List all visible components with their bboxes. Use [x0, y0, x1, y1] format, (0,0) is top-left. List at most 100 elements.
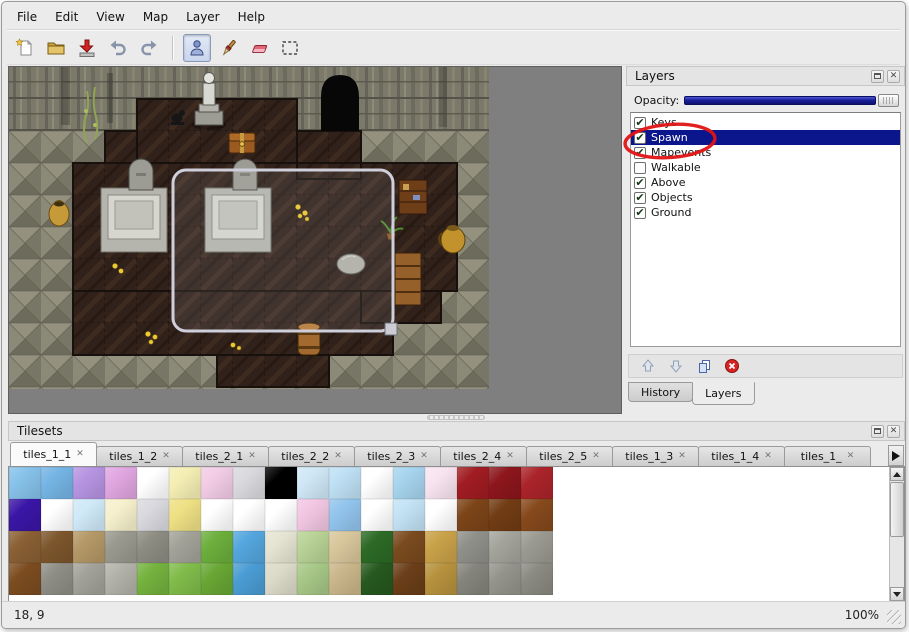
tileset-tile[interactable] — [489, 499, 521, 531]
tab-layers[interactable]: Layers — [692, 382, 754, 405]
scroll-up-button[interactable] — [890, 467, 904, 481]
move-layer-up-button[interactable] — [639, 357, 657, 375]
layer-row-mapevents[interactable]: ✔Mapevents — [631, 145, 900, 160]
tileset-tile[interactable] — [233, 467, 265, 499]
tileset-tile[interactable] — [361, 531, 393, 563]
tileset-tab-tiles_2_5[interactable]: tiles_2_5✕ — [526, 446, 613, 467]
tileset-tile[interactable] — [521, 467, 553, 499]
tab-close-icon[interactable]: ✕ — [76, 450, 84, 459]
tileset-tile[interactable] — [521, 563, 553, 595]
opacity-slider[interactable] — [684, 93, 899, 108]
tab-close-icon[interactable]: ✕ — [764, 452, 772, 461]
splitter-handle[interactable] — [427, 415, 485, 420]
open-button[interactable] — [42, 34, 70, 62]
layer-row-ground[interactable]: ✔Ground — [631, 205, 900, 220]
map-view[interactable] — [8, 66, 622, 414]
layer-visibility-checkbox[interactable]: ✔ — [634, 207, 646, 219]
tileset-tile[interactable] — [329, 467, 361, 499]
tileset-tile[interactable] — [73, 531, 105, 563]
menu-edit[interactable]: Edit — [46, 8, 87, 26]
layer-row-objects[interactable]: ✔Objects — [631, 190, 900, 205]
tileset-tile[interactable] — [297, 563, 329, 595]
tab-scroll-right-button[interactable] — [888, 445, 904, 466]
tileset-tile[interactable] — [73, 563, 105, 595]
tileset-tile[interactable] — [137, 467, 169, 499]
layer-visibility-checkbox[interactable] — [634, 162, 646, 174]
menu-view[interactable]: View — [87, 8, 133, 26]
menu-file[interactable]: File — [8, 8, 46, 26]
tileset-tile[interactable] — [425, 531, 457, 563]
layers-float-button[interactable] — [871, 70, 884, 83]
undo-button[interactable] — [104, 34, 132, 62]
tileset-tile[interactable] — [489, 467, 521, 499]
delete-layer-button[interactable] — [723, 357, 741, 375]
tileset-tile[interactable] — [73, 499, 105, 531]
tileset-tile[interactable] — [201, 563, 233, 595]
tab-close-icon[interactable]: ✕ — [506, 452, 514, 461]
layer-visibility-checkbox[interactable]: ✔ — [634, 177, 646, 189]
tab-close-icon[interactable]: ✕ — [847, 452, 855, 461]
tileset-tile[interactable] — [233, 563, 265, 595]
tab-close-icon[interactable]: ✕ — [420, 452, 428, 461]
resize-grip[interactable] — [887, 610, 901, 624]
tileset-tile[interactable] — [137, 563, 169, 595]
tileset-tile[interactable] — [393, 531, 425, 563]
tileset-tab-tiles_2_1[interactable]: tiles_2_1✕ — [182, 446, 269, 467]
tileset-tile[interactable] — [201, 499, 233, 531]
tileset-tile[interactable] — [73, 467, 105, 499]
tileset-tile[interactable] — [9, 499, 41, 531]
tileset-tile[interactable] — [297, 531, 329, 563]
tileset-tile[interactable] — [329, 531, 361, 563]
tileset-tile[interactable] — [425, 499, 457, 531]
tileset-tile[interactable] — [169, 531, 201, 563]
tileset-tile[interactable] — [9, 531, 41, 563]
tilesets-float-button[interactable] — [871, 425, 884, 438]
tileset-tile[interactable] — [393, 563, 425, 595]
layer-row-walkable[interactable]: Walkable — [631, 160, 900, 175]
tileset-tab-tiles_1_1[interactable]: tiles_1_1✕ — [10, 442, 97, 467]
tileset-tile[interactable] — [393, 467, 425, 499]
tileset-tab-tiles_1_4[interactable]: tiles_1_4✕ — [698, 446, 785, 467]
layer-list[interactable]: ✔Keys✔Spawn✔MapeventsWalkable✔Above✔Obje… — [630, 112, 901, 347]
layer-row-spawn[interactable]: ✔Spawn — [631, 130, 900, 145]
tilesets-close-button[interactable]: ✕ — [887, 425, 900, 438]
tileset-tile[interactable] — [393, 499, 425, 531]
tileset-scrollbar[interactable] — [889, 467, 904, 601]
tileset-tile[interactable] — [105, 531, 137, 563]
tileset-tab-tiles_2_2[interactable]: tiles_2_2✕ — [268, 446, 355, 467]
layer-visibility-checkbox[interactable]: ✔ — [634, 117, 646, 129]
tileset-tile[interactable] — [41, 467, 73, 499]
tileset-tile[interactable] — [9, 467, 41, 499]
tileset-tab-tiles_1_[interactable]: tiles_1_✕ — [784, 446, 871, 467]
tileset-tile[interactable] — [9, 563, 41, 595]
tileset-tile[interactable] — [457, 563, 489, 595]
tileset-tile[interactable] — [425, 467, 457, 499]
tileset-tile[interactable] — [489, 563, 521, 595]
tileset-tile[interactable] — [201, 467, 233, 499]
tileset-tile[interactable] — [489, 531, 521, 563]
tileset-tile[interactable] — [425, 563, 457, 595]
tileset-tile[interactable] — [201, 531, 233, 563]
tileset-tab-tiles_1_3[interactable]: tiles_1_3✕ — [612, 446, 699, 467]
select-tool-button[interactable] — [276, 34, 304, 62]
menu-layer[interactable]: Layer — [177, 8, 228, 26]
tab-close-icon[interactable]: ✕ — [678, 452, 686, 461]
tileset-tile[interactable] — [41, 531, 73, 563]
tileset-tile[interactable] — [105, 499, 137, 531]
layer-visibility-checkbox[interactable]: ✔ — [634, 192, 646, 204]
scroll-down-button[interactable] — [890, 587, 904, 601]
tileset-tile[interactable] — [361, 499, 393, 531]
layer-row-above[interactable]: ✔Above — [631, 175, 900, 190]
tileset-tile[interactable] — [41, 563, 73, 595]
tab-close-icon[interactable]: ✕ — [592, 452, 600, 461]
tileset-tile[interactable] — [169, 499, 201, 531]
tileset-tile[interactable] — [265, 499, 297, 531]
tileset-tile[interactable] — [329, 563, 361, 595]
layers-close-button[interactable]: ✕ — [887, 70, 900, 83]
tileset-tile[interactable] — [265, 531, 297, 563]
tileset-grid[interactable] — [9, 467, 553, 595]
tileset-tile[interactable] — [137, 499, 169, 531]
tileset-tab-tiles_1_2[interactable]: tiles_1_2✕ — [96, 446, 183, 467]
tab-close-icon[interactable]: ✕ — [248, 452, 256, 461]
tileset-tile[interactable] — [297, 467, 329, 499]
